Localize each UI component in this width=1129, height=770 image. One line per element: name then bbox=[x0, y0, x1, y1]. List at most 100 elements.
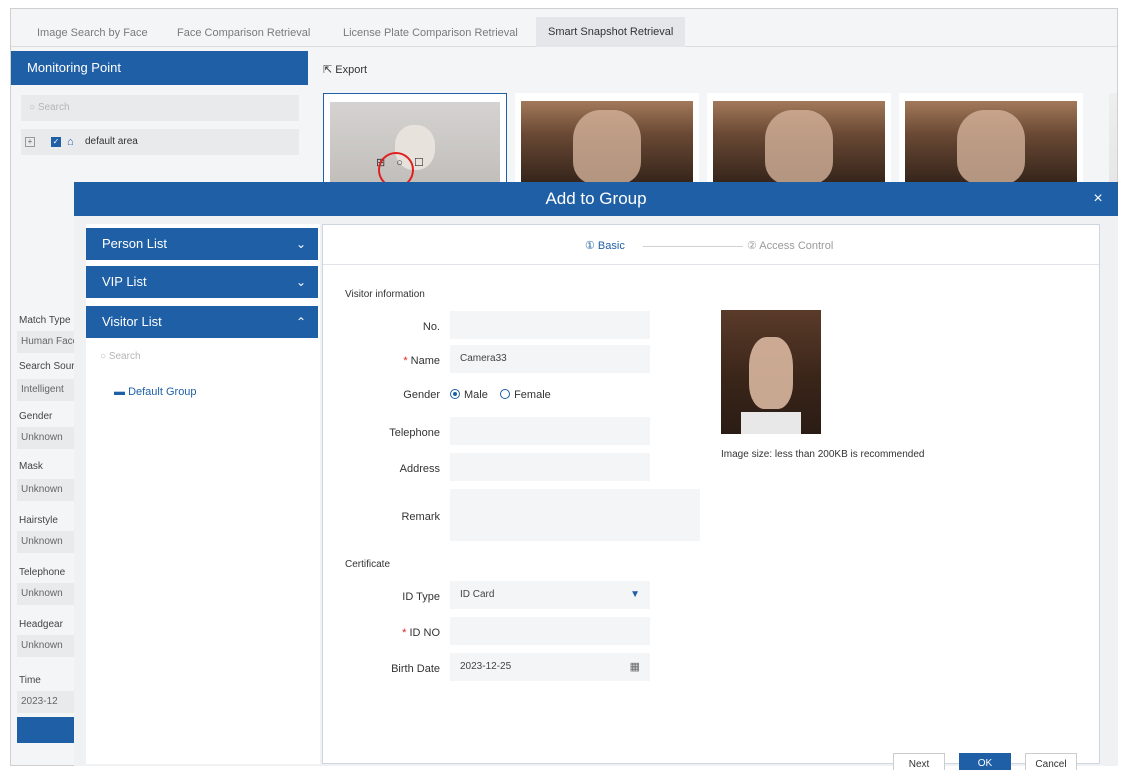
snapshot-thumbnail[interactable] bbox=[899, 93, 1083, 193]
snapshot-thumbnail[interactable] bbox=[707, 93, 891, 193]
group-item-default[interactable]: ▬ Default Group bbox=[114, 386, 197, 398]
search-button[interactable] bbox=[17, 717, 77, 743]
no-label: No. bbox=[422, 321, 440, 333]
tab-image-search-by-face[interactable]: Image Search by Face bbox=[37, 19, 148, 47]
checkbox-checked-icon[interactable]: ✓ bbox=[51, 137, 61, 147]
filter-match-type[interactable]: Human Face bbox=[17, 331, 77, 353]
filter-label-match-type: Match Type bbox=[19, 315, 71, 326]
step-access-control[interactable]: ② Access Control bbox=[747, 239, 833, 252]
accordion-person-list[interactable]: Person List ⌄ bbox=[86, 228, 318, 260]
step-basic[interactable]: ① Basic bbox=[585, 239, 625, 252]
gender-radio-group: Male Female bbox=[450, 389, 551, 401]
tree-item-label: default area bbox=[85, 136, 138, 147]
face-shape bbox=[749, 337, 793, 410]
tab-bar: Image Search by Face Face Comparison Ret… bbox=[11, 9, 1117, 47]
monitoring-search-input[interactable]: ○ Search bbox=[21, 95, 299, 121]
search-placeholder: Search bbox=[108, 351, 141, 362]
step-connector bbox=[643, 246, 743, 247]
id-type-select[interactable]: ID Card ▼ bbox=[450, 581, 650, 609]
filter-search-source[interactable]: Intelligent bbox=[17, 379, 77, 401]
chevron-up-icon: ⌃ bbox=[295, 315, 306, 329]
filter-mask[interactable]: Unknown bbox=[17, 479, 77, 501]
address-label: Address bbox=[399, 463, 440, 475]
filter-label-headgear: Headgear bbox=[19, 619, 63, 630]
filter-label-hairstyle: Hairstyle bbox=[19, 515, 58, 526]
snapshot-thumbnail[interactable] bbox=[515, 93, 699, 193]
address-field[interactable] bbox=[450, 453, 650, 481]
no-field[interactable] bbox=[450, 311, 650, 339]
dropdown-caret-icon: ▼ bbox=[630, 589, 640, 600]
id-no-label: * ID NO bbox=[402, 627, 440, 639]
snapshot-image bbox=[521, 101, 693, 193]
accordion-visitor-list[interactable]: Visitor List ⌃ bbox=[86, 306, 318, 338]
monitoring-point-header: Monitoring Point bbox=[11, 51, 308, 85]
filter-hairstyle[interactable]: Unknown bbox=[17, 531, 77, 553]
tree-item-default-area[interactable]: + ✓ ⌂ default area bbox=[21, 129, 299, 155]
filter-label-time: Time bbox=[19, 675, 41, 686]
id-type-label: ID Type bbox=[402, 591, 440, 603]
filter-label-mask: Mask bbox=[19, 461, 43, 472]
filter-headgear[interactable]: Unknown bbox=[17, 635, 77, 657]
snapshot-image bbox=[905, 101, 1077, 193]
add-to-group-dialog: Add to Group × Person List ⌄ VIP List ⌄ … bbox=[74, 182, 1118, 770]
chevron-down-icon: ⌄ bbox=[295, 237, 306, 251]
gender-female-radio[interactable]: Female bbox=[500, 389, 551, 401]
face-shape bbox=[572, 110, 642, 184]
section-visitor-information: Visitor information bbox=[345, 289, 425, 300]
export-icon: ⇱ bbox=[323, 64, 336, 76]
id-no-field[interactable] bbox=[450, 617, 650, 645]
face-shape bbox=[956, 110, 1026, 184]
filter-label-telephone: Telephone bbox=[19, 567, 66, 578]
export-label: Export bbox=[335, 64, 368, 76]
telephone-field[interactable] bbox=[450, 417, 650, 445]
tab-license-plate-comparison-retrieval[interactable]: License Plate Comparison Retrieval bbox=[343, 19, 518, 47]
search-placeholder: Search bbox=[37, 102, 70, 113]
shirt-shape bbox=[741, 411, 801, 434]
visitor-form: ① Basic ② Access Control Visitor informa… bbox=[322, 224, 1100, 770]
step-indicator: ① Basic ② Access Control bbox=[323, 225, 1099, 265]
snapshot-image bbox=[713, 101, 885, 193]
export-button[interactable]: ⇱ Export bbox=[323, 63, 367, 76]
accordion-label: VIP List bbox=[102, 274, 147, 289]
calendar-icon[interactable]: ▦ bbox=[630, 653, 640, 681]
home-icon: ⌂ bbox=[67, 136, 74, 148]
tab-smart-snapshot-retrieval[interactable]: Smart Snapshot Retrieval bbox=[536, 17, 686, 47]
birth-date-field[interactable]: 2023-12-25 ▦ bbox=[450, 653, 650, 681]
image-size-note: Image size: less than 200KB is recommend… bbox=[721, 449, 925, 460]
search-icon: ○ bbox=[100, 351, 109, 362]
face-shape bbox=[764, 110, 834, 184]
close-icon[interactable]: × bbox=[1088, 182, 1108, 216]
group-item-label: Default Group bbox=[128, 386, 197, 398]
radio-selected-icon bbox=[450, 389, 460, 399]
cancel-button[interactable]: Cancel bbox=[1025, 753, 1077, 770]
accordion-label: Person List bbox=[102, 236, 168, 251]
group-search-input[interactable]: ○ Search bbox=[96, 346, 306, 368]
visitor-photo[interactable] bbox=[721, 310, 821, 434]
accordion-label: Visitor List bbox=[102, 314, 162, 329]
snapshot-thumbnail-selected[interactable]: ⊞ ○ ☐ bbox=[323, 93, 507, 193]
group-list-panel: Person List ⌄ VIP List ⌄ Visitor List ⌃ … bbox=[86, 224, 320, 764]
gender-male-radio[interactable]: Male bbox=[450, 389, 488, 401]
folder-icon: ▬ bbox=[114, 386, 129, 398]
telephone-label: Telephone bbox=[389, 427, 440, 439]
radio-unselected-icon bbox=[500, 389, 511, 399]
filter-telephone[interactable]: Unknown bbox=[17, 583, 77, 605]
gender-label: Gender bbox=[403, 389, 440, 401]
filter-gender[interactable]: Unknown bbox=[17, 427, 77, 449]
next-button[interactable]: Next bbox=[893, 753, 945, 770]
filter-label-gender: Gender bbox=[19, 411, 53, 422]
remark-label: Remark bbox=[401, 511, 440, 523]
chevron-down-icon: ⌄ bbox=[295, 275, 306, 289]
remark-field[interactable] bbox=[450, 489, 700, 541]
search-icon: ○ bbox=[29, 102, 38, 113]
filter-time[interactable]: 2023-12 bbox=[17, 691, 77, 713]
name-field[interactable]: Camera33 bbox=[450, 345, 650, 373]
ok-button[interactable]: OK bbox=[959, 753, 1011, 770]
accordion-vip-list[interactable]: VIP List ⌄ bbox=[86, 266, 318, 298]
name-label: * Name bbox=[403, 355, 440, 367]
expand-icon[interactable]: + bbox=[25, 137, 35, 147]
dialog-title: Add to Group bbox=[74, 182, 1118, 216]
birth-date-label: Birth Date bbox=[391, 663, 440, 675]
tab-face-comparison-retrieval[interactable]: Face Comparison Retrieval bbox=[177, 19, 310, 47]
section-certificate: Certificate bbox=[345, 559, 391, 570]
